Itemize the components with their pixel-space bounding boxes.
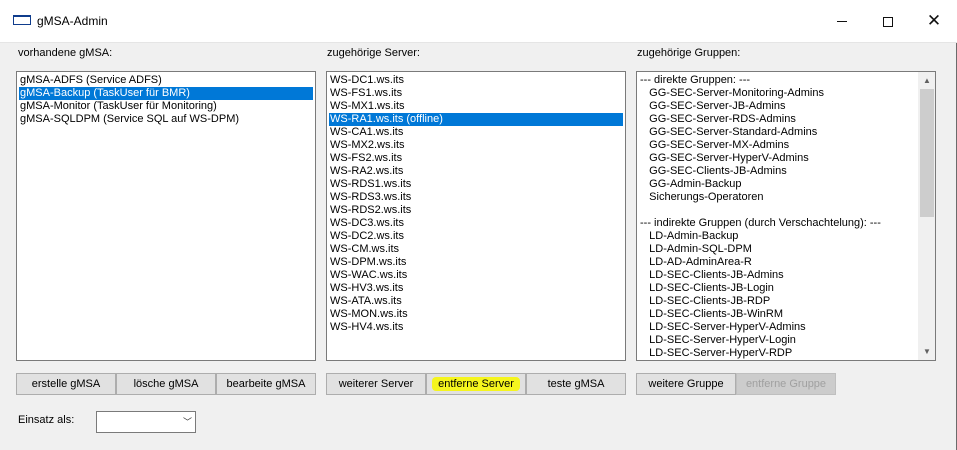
minimize-button[interactable] xyxy=(819,0,865,43)
add-server-button[interactable]: weiterer Server xyxy=(326,373,426,395)
server-list-item[interactable]: WS-MX1.ws.its xyxy=(329,100,623,113)
server-list-item[interactable]: WS-RA2.ws.its xyxy=(329,165,623,178)
minimize-icon xyxy=(837,21,847,22)
chevron-down-icon: ﹀ xyxy=(182,417,192,427)
group-list-item[interactable]: --- indirekte Gruppen (durch Verschachte… xyxy=(639,217,916,230)
server-list-item[interactable]: WS-CM.ws.its xyxy=(329,243,623,256)
delete-gmsa-button[interactable]: lösche gMSA xyxy=(116,373,216,395)
server-list-item[interactable]: WS-HV4.ws.its xyxy=(329,321,623,334)
edit-gmsa-button[interactable]: bearbeite gMSA xyxy=(216,373,316,395)
close-button[interactable]: ✕ xyxy=(911,0,957,43)
gmsa-list-item[interactable]: gMSA-SQLDPM (Service SQL auf WS-DPM) xyxy=(19,113,313,126)
group-list-item[interactable]: GG-SEC-Server-JB-Admins xyxy=(639,100,916,113)
group-list-item[interactable]: LD-SEC-Clients-JB-Login xyxy=(639,282,916,295)
server-list-item[interactable]: WS-ATA.ws.its xyxy=(329,295,623,308)
group-list-item[interactable]: LD-SEC-Clients-JB-WinRM xyxy=(639,308,916,321)
group-list-item[interactable]: LD-Admin-Backup xyxy=(639,230,916,243)
app-icon xyxy=(13,15,31,25)
group-list-item[interactable]: GG-SEC-Server-RDS-Admins xyxy=(639,113,916,126)
group-list-item[interactable]: GG-SEC-Server-HyperV-Admins xyxy=(639,152,916,165)
remove-server-label: entferne Server xyxy=(432,377,520,391)
group-list-item[interactable]: --- direkte Gruppen: --- xyxy=(639,74,916,87)
gmsa-list-item[interactable]: gMSA-ADFS (Service ADFS) xyxy=(19,74,313,87)
group-list-item[interactable]: GG-SEC-Server-MX-Admins xyxy=(639,139,916,152)
gmsa-list-item[interactable]: gMSA-Monitor (TaskUser für Monitoring) xyxy=(19,100,313,113)
group-list-item[interactable]: LD-SEC-Server-HyperV-Admins xyxy=(639,321,916,334)
remove-server-button[interactable]: entferne Server xyxy=(426,373,526,395)
server-list-item[interactable]: WS-DC1.ws.its xyxy=(329,74,623,87)
server-list-item[interactable]: WS-CA1.ws.its xyxy=(329,126,623,139)
test-gmsa-button[interactable]: teste gMSA xyxy=(526,373,626,395)
einsatz-combobox[interactable]: ﹀ xyxy=(96,411,196,433)
server-list-item[interactable]: WS-WAC.ws.its xyxy=(329,269,623,282)
server-list-item[interactable]: WS-RDS2.ws.its xyxy=(329,204,623,217)
group-list-item[interactable]: Sicherungs-Operatoren xyxy=(639,191,916,204)
maximize-button[interactable] xyxy=(865,0,911,43)
server-list-item[interactable]: WS-RDS1.ws.its xyxy=(329,178,623,191)
groups-list-label: zugehörige Gruppen: xyxy=(637,47,741,59)
scroll-up-icon[interactable]: ▲ xyxy=(919,72,935,89)
group-list-item[interactable]: LD-SEC-Clients-JB-Admins xyxy=(639,269,916,282)
groups-scrollbar[interactable]: ▲ ▼ xyxy=(918,72,935,360)
server-listbox[interactable]: WS-DC1.ws.its WS-FS1.ws.its WS-MX1.ws.it… xyxy=(326,71,626,361)
group-list-item[interactable]: GG-SEC-Server-Standard-Admins xyxy=(639,126,916,139)
group-list-item[interactable] xyxy=(639,204,916,217)
window-title: gMSA-Admin xyxy=(37,14,108,28)
groups-items: --- direkte Gruppen: --- GG-SEC-Server-M… xyxy=(639,74,916,360)
group-list-item[interactable]: LD-SEC-Server-HyperV-Login xyxy=(639,334,916,347)
gmsa-list-label: vorhandene gMSA: xyxy=(18,47,113,59)
group-list-item[interactable]: LD-SEC-Clients-JB-RDP xyxy=(639,295,916,308)
group-list-item[interactable]: GG-SEC-Clients-JB-Admins xyxy=(639,165,916,178)
group-list-item[interactable]: LD-AD-AdminArea-R xyxy=(639,256,916,269)
create-gmsa-button[interactable]: erstelle gMSA xyxy=(16,373,116,395)
add-group-button[interactable]: weitere Gruppe xyxy=(636,373,736,395)
maximize-icon xyxy=(883,16,893,27)
remove-group-button[interactable]: entferne Gruppe xyxy=(736,373,836,395)
server-list-item[interactable]: WS-HV3.ws.its xyxy=(329,282,623,295)
server-list-item[interactable]: WS-DPM.ws.its xyxy=(329,256,623,269)
group-list-item[interactable]: LD-Admin-SQL-DPM xyxy=(639,243,916,256)
scroll-down-icon[interactable]: ▼ xyxy=(919,343,935,360)
gmsa-list-item-selected[interactable]: gMSA-Backup (TaskUser für BMR) xyxy=(19,87,313,100)
server-list-item[interactable]: WS-DC3.ws.its xyxy=(329,217,623,230)
server-list-label: zugehörige Server: xyxy=(327,47,420,59)
group-list-item[interactable]: LD-SEC-Server-HyperV-RDP xyxy=(639,347,916,360)
server-list-item[interactable]: WS-MON.ws.its xyxy=(329,308,623,321)
server-list-item[interactable]: WS-FS1.ws.its xyxy=(329,87,623,100)
server-list-item[interactable]: WS-FS2.ws.its xyxy=(329,152,623,165)
scroll-thumb[interactable] xyxy=(920,89,934,217)
title-bar: gMSA-Admin ✕ xyxy=(0,0,957,43)
group-list-item[interactable]: GG-SEC-Server-Monitoring-Admins xyxy=(639,87,916,100)
groups-listbox[interactable]: --- direkte Gruppen: --- GG-SEC-Server-M… xyxy=(636,71,936,361)
server-list-item[interactable]: WS-RDS3.ws.its xyxy=(329,191,623,204)
server-list-item-selected[interactable]: WS-RA1.ws.its (offline) xyxy=(329,113,623,126)
einsatz-label: Einsatz als: xyxy=(18,414,75,426)
gmsa-listbox[interactable]: gMSA-ADFS (Service ADFS) gMSA-Backup (Ta… xyxy=(16,71,316,361)
server-list-item[interactable]: WS-MX2.ws.its xyxy=(329,139,623,152)
group-list-item[interactable]: GG-Admin-Backup xyxy=(639,178,916,191)
server-list-item[interactable]: WS-DC2.ws.its xyxy=(329,230,623,243)
close-icon: ✕ xyxy=(926,11,942,31)
